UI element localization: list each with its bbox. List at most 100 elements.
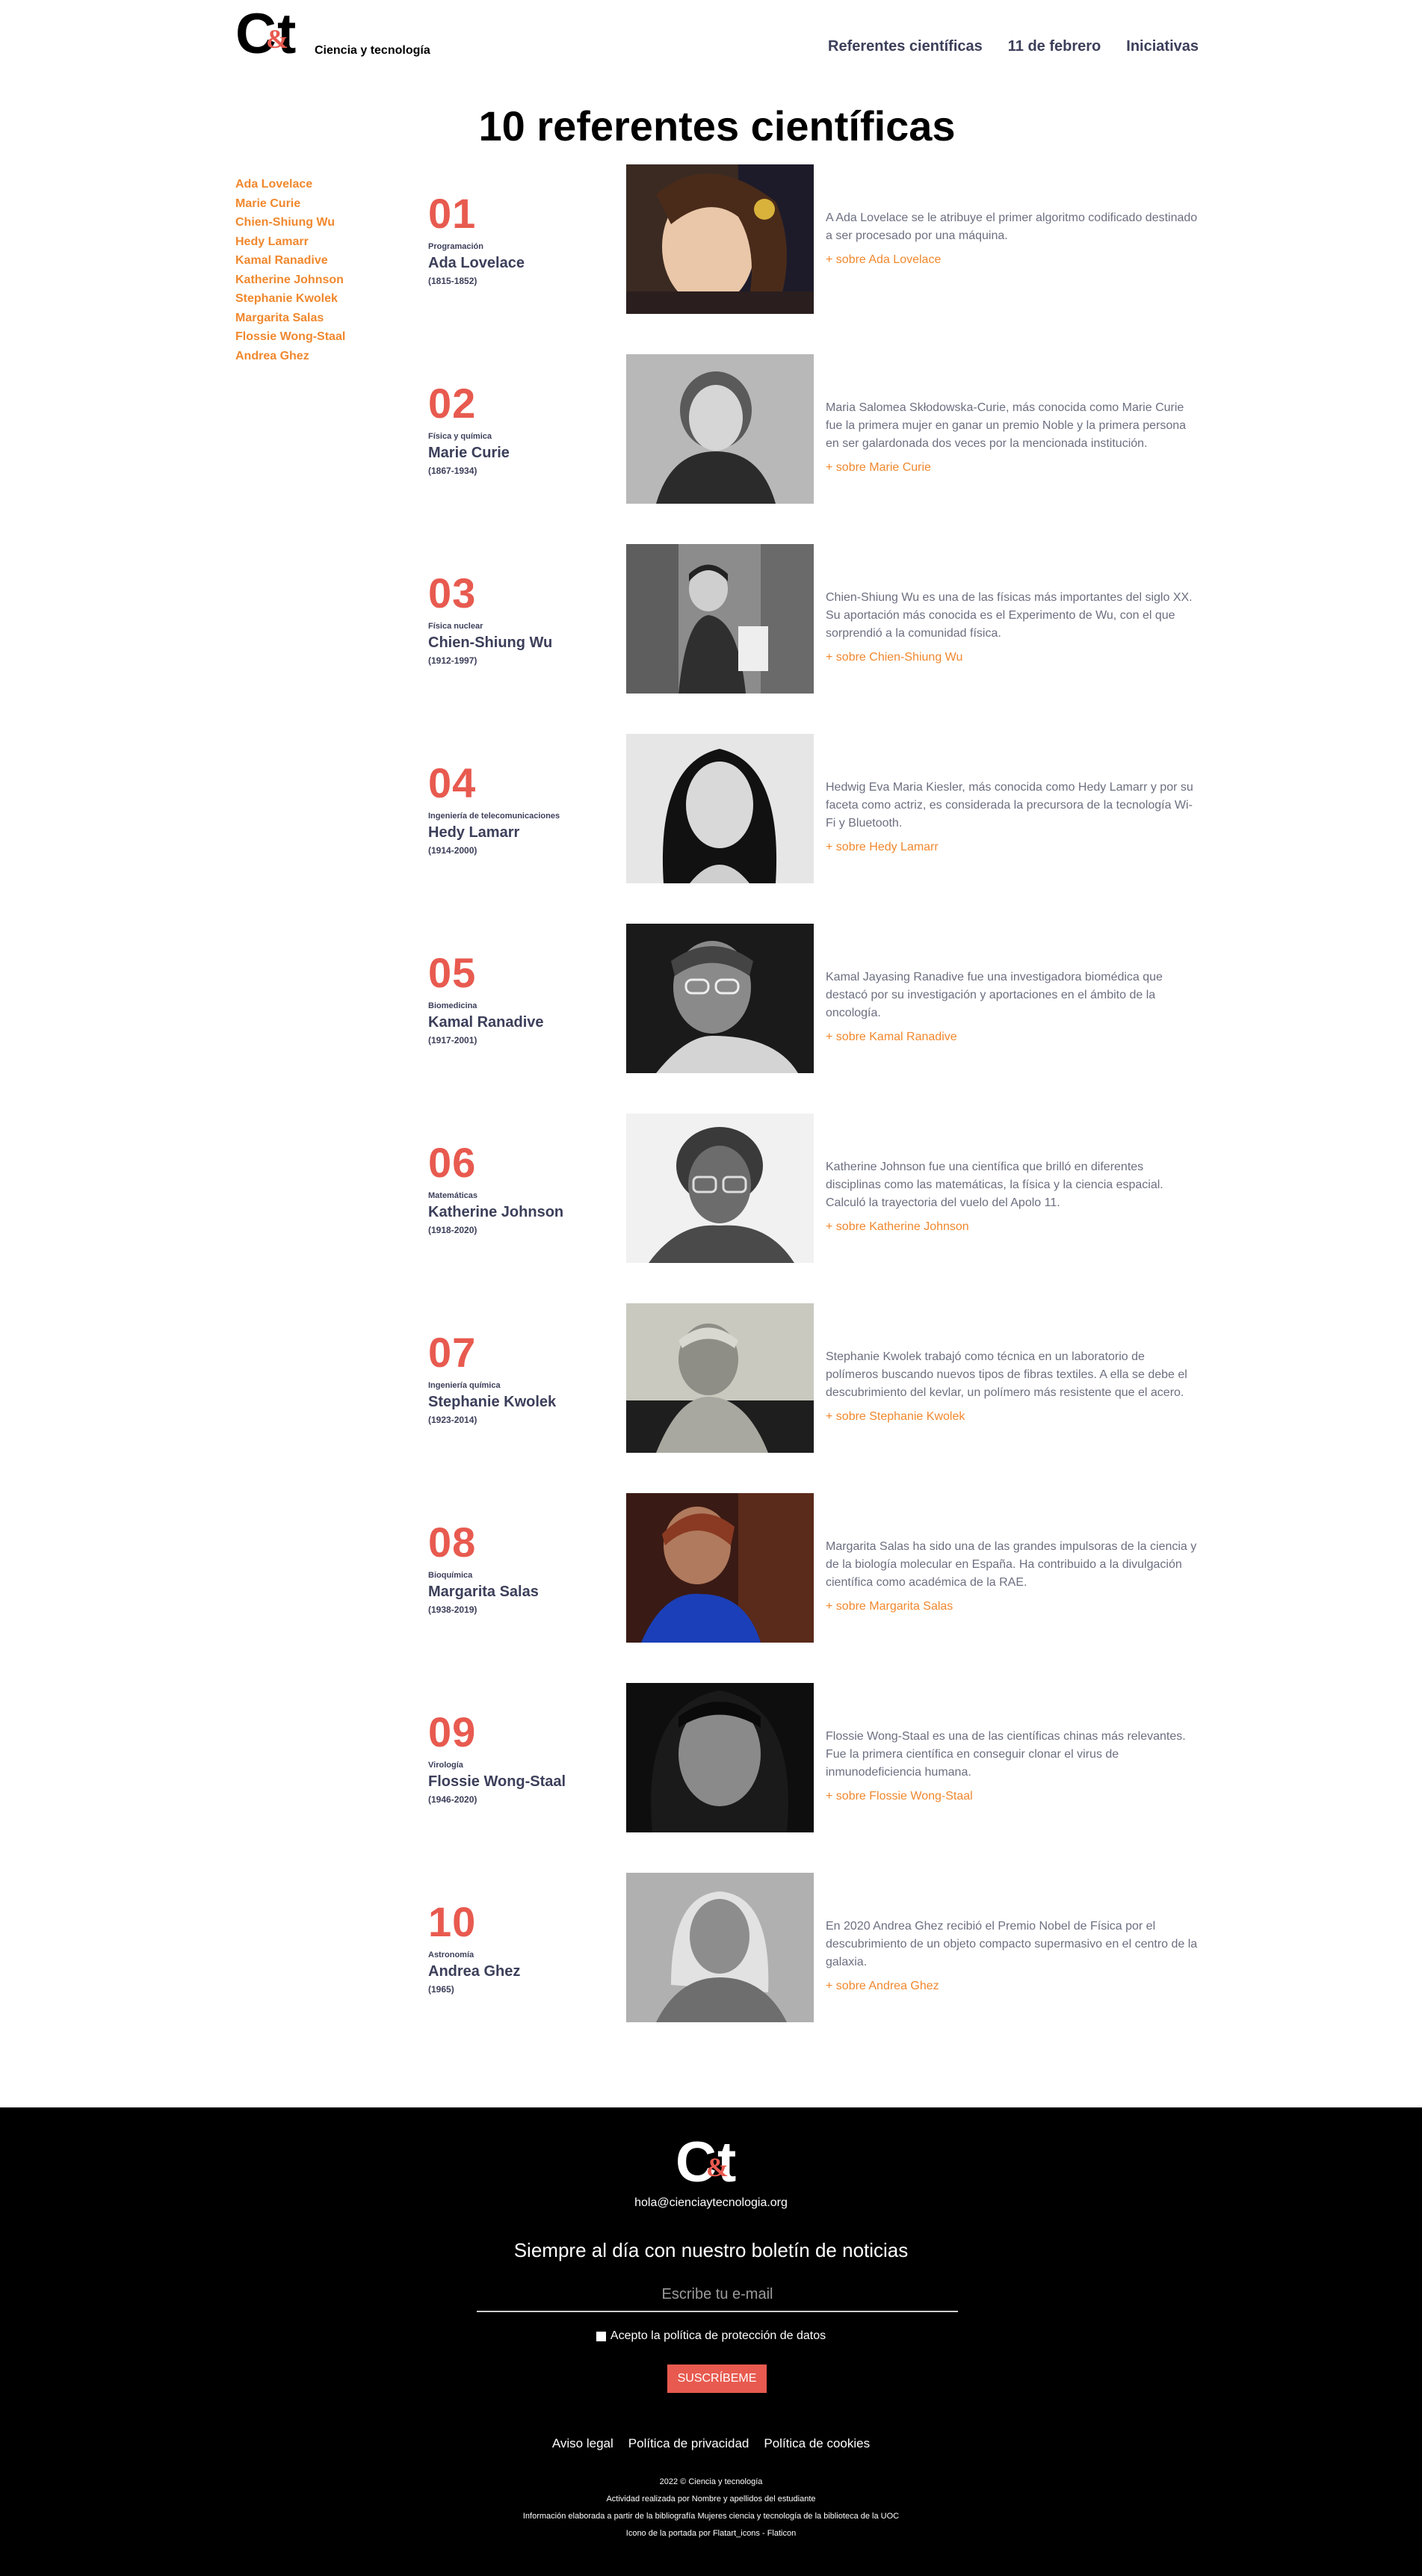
entry-description-text: Stephanie Kwolek trabajó como técnica en… [826,1350,1187,1399]
nav-link-11-febrero[interactable]: 11 de febrero [1008,39,1101,54]
more-link[interactable]: + sobre Margarita Salas [826,1598,1199,1616]
entry-description-text: Maria Salomea Skłodowska-Curie, más cono… [826,401,1187,450]
entry-description-text: Margarita Salas ha sido una de las grand… [826,1540,1197,1589]
page-title: 10 referentes científicas [0,103,1422,149]
entry-description: Maria Salomea Skłodowska-Curie, más cono… [826,399,1199,477]
entry-name: Kamal Ranadive [428,1014,544,1031]
entry-field: Biomedicina [428,1001,477,1010]
entry-description: Kamal Jayasing Ranadive fue una investig… [826,969,1199,1046]
entry-years: (1914-2000) [428,845,477,856]
entry-field: Ingeniería de telecomunicaciones [428,812,560,821]
footer-logo[interactable]: C t & [676,2134,758,2191]
portrait-photo [626,1114,814,1263]
more-link[interactable]: + sobre Marie Curie [826,459,1199,477]
entry-description-text: Flossie Wong-Staal es una de las científ… [826,1730,1186,1779]
scientist-entry-hedy-lamarr: 04 Ingeniería de telecomunicaciones Hedy… [0,734,1422,924]
scientist-entry-chien-shiung-wu: 03 Física nuclear Chien-Shiung Wu (1912-… [0,544,1422,734]
entry-description: En 2020 Andrea Ghez recibió el Premio No… [826,1918,1199,1995]
more-link[interactable]: + sobre Flossie Wong-Staal [826,1788,1199,1806]
newsletter-email-input[interactable] [477,2278,958,2312]
scientist-entry-margarita-salas: 08 Bioquímica Margarita Salas (1938-2019… [0,1493,1422,1683]
entry-number: 01 [428,190,477,237]
entry-description: Katherine Johnson fue una científica que… [826,1158,1199,1236]
site-header: C t & Ciencia y tecnología Referentes ci… [0,0,1422,75]
portrait-photo [626,164,814,314]
entry-years: (1917-2001) [428,1035,477,1045]
more-link[interactable]: + sobre Andrea Ghez [826,1977,1199,1995]
footer-link-cookies[interactable]: Política de cookies [764,2437,870,2450]
portrait-photo [626,1303,814,1453]
newsletter-heading: Siempre al día con nuestro boletín de no… [513,2239,909,2261]
credit-line: Icono de la portada por Flatart_icons - … [625,2529,797,2538]
entry-years: (1815-1852) [428,276,477,286]
entry-description: Chien-Shiung Wu es una de las físicas má… [826,589,1199,667]
scientist-entry-ada-lovelace: 01 Programación Ada Lovelace (1815-1852)… [0,164,1422,354]
entry-name: Stephanie Kwolek [428,1394,557,1410]
entry-name: Flossie Wong-Staal [428,1773,566,1790]
entry-number: 10 [428,1898,477,1945]
entry-number: 08 [428,1519,477,1566]
entry-description: Margarita Salas ha sido una de las grand… [826,1538,1199,1616]
more-link[interactable]: + sobre Kamal Ranadive [826,1028,1199,1046]
entry-number: 06 [428,1139,477,1186]
portrait-photo [626,1873,814,2022]
entry-years: (1938-2019) [428,1604,477,1615]
entry-description-text: Kamal Jayasing Ranadive fue una investig… [826,971,1163,1019]
nav-link-referentes[interactable]: Referentes científicas [828,39,983,54]
entry-field: Matemáticas [428,1191,478,1200]
entry-years: (1912-1997) [428,655,477,666]
scientist-entry-kamal-ranadive: 05 Biomedicina Kamal Ranadive (1917-2001… [0,924,1422,1114]
site-logo[interactable]: C t & Ciencia y tecnología [235,6,430,63]
entry-name: Hedy Lamarr [428,824,520,841]
portrait-photo [626,1683,814,1832]
entry-years: (1965) [428,1984,454,1995]
nav-link-iniciativas[interactable]: Iniciativas [1126,39,1199,54]
entry-description-text: A Ada Lovelace se le atribuye el primer … [826,211,1198,242]
entry-years: (1918-2020) [428,1225,477,1235]
entry-field: Física y química [428,432,492,441]
more-link[interactable]: + sobre Katherine Johnson [826,1218,1199,1236]
entry-description: Flossie Wong-Staal es una de las científ… [826,1728,1199,1806]
more-link[interactable]: + sobre Chien-Shiung Wu [826,649,1199,667]
entry-name: Marie Curie [428,445,510,461]
consent-label: Acepto la política de protección de dato… [610,2329,826,2342]
footer-link-privacidad[interactable]: Política de privacidad [628,2437,749,2450]
entry-field: Ingeniería química [428,1381,501,1390]
subscribe-button[interactable]: SUSCRÍBEME [667,2365,767,2393]
entry-years: (1923-2014) [428,1415,477,1425]
entry-description-text: Chien-Shiung Wu es una de las físicas má… [826,591,1193,640]
footer-credits: 2022 © Ciencia y tecnología Actividad re… [0,2474,1422,2542]
entry-name: Katherine Johnson [428,1204,564,1220]
more-link[interactable]: + sobre Ada Lovelace [826,251,1199,269]
scientists-list: 01 Programación Ada Lovelace (1815-1852)… [0,164,1422,2063]
more-link[interactable]: + sobre Stephanie Kwolek [826,1408,1199,1426]
portrait-photo [626,1493,814,1643]
portrait-photo [626,354,814,504]
entry-description: Hedwig Eva Maria Kiesler, más conocida c… [826,779,1199,856]
portrait-photo [626,544,814,694]
scientist-entry-katherine-johnson: 06 Matemáticas Katherine Johnson (1918-2… [0,1114,1422,1303]
page-title-text: 10 referentes científicas [478,102,956,149]
entry-years: (1946-2020) [428,1794,477,1805]
entry-name: Margarita Salas [428,1584,539,1600]
privacy-consent[interactable]: Acepto la política de protección de dato… [0,2330,1422,2342]
scientist-entry-stephanie-kwolek: 07 Ingeniería química Stephanie Kwolek (… [0,1303,1422,1493]
entry-description-text: En 2020 Andrea Ghez recibió el Premio No… [826,1920,1198,1968]
consent-checkbox[interactable] [596,2331,606,2341]
entry-description-text: Katherine Johnson fue una científica que… [826,1161,1163,1209]
entry-field: Física nuclear [428,622,483,631]
more-link[interactable]: + sobre Hedy Lamarr [826,838,1199,856]
entry-number: 03 [428,569,477,617]
credit-line: Información elaborada a partir de la bib… [522,2512,900,2521]
portrait-photo [626,734,814,883]
entry-field: Virología [428,1761,463,1770]
entry-description: A Ada Lovelace se le atribuye el primer … [826,209,1199,269]
scientist-entry-marie-curie: 02 Física y química Marie Curie (1867-19… [0,354,1422,544]
credit-line: Actividad realizada por Nombre y apellid… [606,2495,816,2504]
logo-mark: C t & [235,6,313,63]
entry-description-text: Hedwig Eva Maria Kiesler, más conocida c… [826,781,1193,830]
scientist-entry-flossie-wong-staal: 09 Virología Flossie Wong-Staal (1946-20… [0,1683,1422,1873]
footer-link-aviso-legal[interactable]: Aviso legal [552,2437,613,2450]
footer-email[interactable]: hola@cienciaytecnologia.org [0,2197,1422,2209]
entry-name: Andrea Ghez [428,1963,521,1980]
